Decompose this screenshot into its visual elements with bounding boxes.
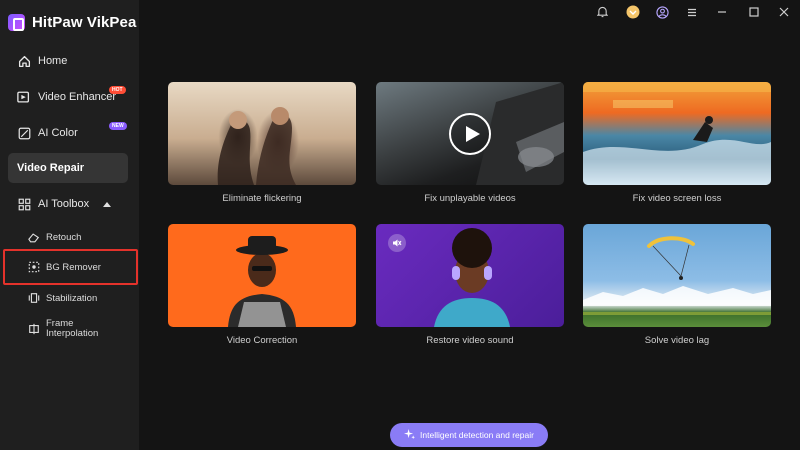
maximize-icon[interactable]	[746, 4, 762, 20]
mute-icon	[388, 234, 406, 252]
flickering-thumbnail[interactable]	[168, 82, 356, 185]
sidebar-item-label: AI Toolbox	[38, 198, 90, 210]
label-line-2: Interpolation	[46, 328, 99, 339]
card-label: Fix video screen loss	[632, 193, 722, 204]
sidebar-item-label: Home	[38, 55, 68, 67]
eraser-icon	[28, 231, 40, 243]
sidebar-item-label: Video Repair	[17, 162, 85, 174]
card-restore-video-sound[interactable]: Restore video sound	[376, 224, 564, 346]
card-solve-video-lag[interactable]: Solve video lag	[583, 224, 771, 346]
sidebar-subitem-frame-interpolation[interactable]: Frame Interpolation	[28, 319, 132, 339]
frame-interpolation-icon	[28, 323, 40, 335]
app-logo-icon	[8, 13, 25, 31]
sparkle-icon	[404, 428, 416, 442]
sidebar-item-label: AI Color	[38, 127, 78, 139]
intelligent-detection-button[interactable]: Intelligent detection and repair	[390, 423, 548, 447]
sidebar-item-video-enhancer[interactable]: Video Enhancer HOT	[8, 82, 128, 112]
screen-loss-thumbnail[interactable]	[583, 82, 771, 185]
title-bar	[139, 0, 800, 24]
card-label: Solve video lag	[644, 335, 710, 346]
sidebar-subitem-label: Frame Interpolation	[46, 319, 98, 339]
ai-color-icon	[17, 126, 31, 140]
sidebar-item-video-repair[interactable]: Video Repair	[8, 153, 128, 183]
brand: HitPaw VikPea	[8, 12, 136, 32]
flickering-figures-icon	[217, 107, 296, 185]
card-eliminate-flickering[interactable]: Eliminate flickering	[168, 82, 356, 204]
highlight-frame	[3, 249, 138, 285]
stabilization-icon	[28, 292, 40, 304]
cta-label: Intelligent detection and repair	[420, 430, 534, 440]
sidebar-subitem-stabilization[interactable]: Stabilization	[28, 292, 132, 304]
surfer-icon	[583, 82, 771, 185]
sidebar: HitPaw VikPea Home Video Enhancer HOT AI…	[0, 0, 139, 450]
sidebar-item-ai-color[interactable]: AI Color NEW	[8, 118, 128, 148]
correction-thumbnail[interactable]	[168, 224, 356, 327]
card-label: Eliminate flickering	[222, 193, 302, 204]
unplayable-thumbnail[interactable]	[376, 82, 564, 185]
user-icon[interactable]	[654, 4, 670, 20]
paraglider-icon	[583, 236, 771, 315]
sidebar-subitem-label: Stabilization	[46, 292, 98, 304]
sound-thumbnail[interactable]	[376, 224, 564, 327]
menu-icon[interactable]	[684, 4, 700, 20]
card-fix-video-screen-loss[interactable]: Fix video screen loss	[583, 82, 771, 204]
play-button-icon[interactable]	[449, 113, 491, 155]
home-icon	[17, 54, 31, 68]
toolbox-icon	[17, 197, 31, 211]
app-title: HitPaw VikPea	[32, 13, 137, 31]
sidebar-subitem-retouch[interactable]: Retouch	[28, 231, 132, 243]
minimize-icon[interactable]	[714, 4, 730, 20]
sidebar-item-label: Video Enhancer	[38, 91, 117, 103]
sidebar-item-ai-toolbox[interactable]: AI Toolbox	[8, 189, 128, 219]
new-badge: NEW	[109, 122, 127, 130]
card-label: Fix unplayable videos	[424, 193, 516, 204]
card-video-correction[interactable]: Video Correction	[168, 224, 356, 346]
lag-thumbnail[interactable]	[583, 224, 771, 327]
close-icon[interactable]	[776, 4, 792, 20]
hot-badge: HOT	[109, 86, 126, 94]
video-enhancer-icon	[17, 90, 31, 104]
card-label: Video Correction	[226, 335, 298, 346]
sidebar-subitem-label: Retouch	[46, 231, 82, 243]
premium-icon[interactable]	[625, 4, 641, 20]
card-fix-unplayable-videos[interactable]: Fix unplayable videos	[376, 82, 564, 204]
sidebar-item-home[interactable]: Home	[8, 46, 128, 76]
person-with-hat-icon	[228, 236, 296, 327]
bell-icon[interactable]	[594, 4, 610, 20]
caret-up-icon[interactable]	[103, 201, 112, 207]
card-label: Restore video sound	[426, 335, 514, 346]
